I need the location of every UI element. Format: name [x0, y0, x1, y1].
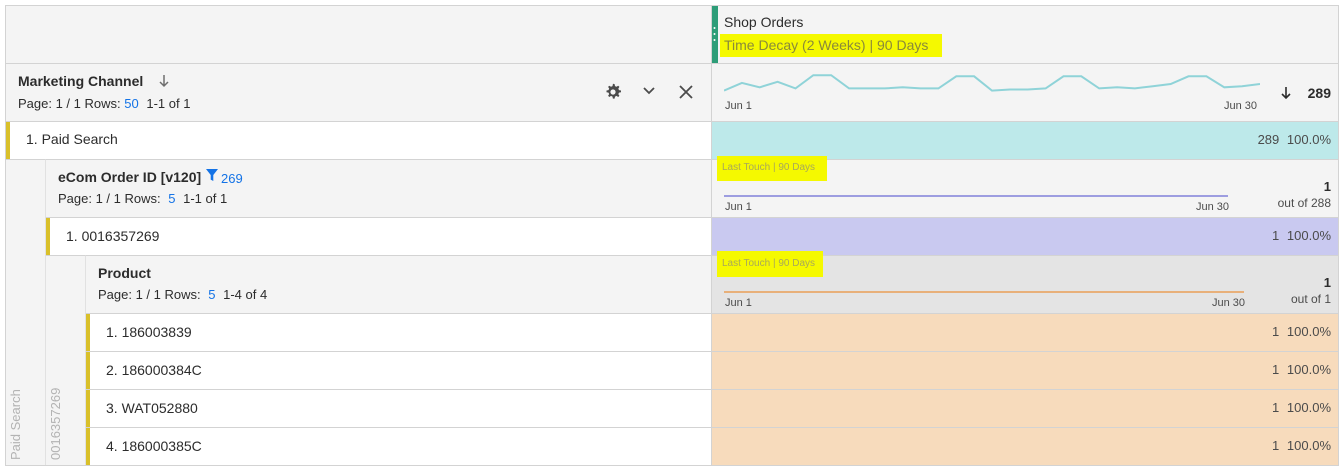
row-value: 1 100.0% — [1160, 324, 1331, 339]
rows-per-page-select[interactable]: 5 — [168, 191, 175, 206]
row-value: 1 100.0% — [1160, 228, 1331, 243]
level2-dimension-name[interactable]: eCom Order ID [v120] — [58, 169, 201, 185]
row-percent: 100.0% — [1286, 400, 1331, 415]
level2-sparkline — [724, 193, 1228, 199]
row-selection-bar — [6, 122, 10, 159]
row-percent: 100.0% — [1286, 228, 1331, 243]
level3-total-of: out of 1 — [1290, 292, 1331, 306]
filter-count[interactable]: 269 — [221, 171, 243, 186]
sort-arrow-down-icon[interactable] — [158, 74, 170, 88]
row-label[interactable]: 2. 186000384C — [106, 362, 202, 378]
row-count: 1 — [1272, 362, 1280, 377]
sparkline-start-label: Jun 1 — [725, 201, 752, 213]
row-value: 1 100.0% — [1160, 438, 1331, 453]
row-label[interactable]: 1. Paid Search — [26, 131, 118, 147]
row-selection-bar — [86, 314, 90, 351]
filter-icon[interactable] — [206, 169, 218, 182]
level2-total: 1 — [1323, 179, 1331, 194]
row-selection-bar — [86, 352, 90, 389]
sort-descending-icon[interactable] — [1280, 86, 1292, 100]
row-range: 1-1 of 1 — [146, 96, 191, 111]
row-value: 1 100.0% — [1160, 400, 1331, 415]
row-selection-bar — [86, 390, 90, 427]
row-percent: 100.0% — [1286, 324, 1331, 339]
level1-dimension-name[interactable]: Marketing Channel — [18, 73, 143, 89]
level3-attribution-label[interactable]: Last Touch | 90 Days — [717, 251, 824, 277]
level2-total-of: out of 288 — [1277, 196, 1331, 210]
row-count: 1 — [1272, 228, 1280, 243]
level2-pagination: Page: 1 / 1 Rows: 5 1-1 of 1 — [58, 191, 227, 206]
level2-attribution-label[interactable]: Last Touch | 90 Days — [717, 156, 828, 181]
chevron-down-icon[interactable] — [642, 86, 656, 96]
row-percent: 100.0% — [1286, 438, 1331, 453]
row-count: 1 — [1272, 324, 1280, 339]
row-count: 1 — [1272, 438, 1280, 453]
header-left-blank — [6, 6, 711, 63]
level3-header — [86, 255, 711, 313]
drag-handle-dots-icon — [713, 26, 716, 46]
rows-label: Rows: — [84, 96, 121, 111]
level1-pagination: Page: 1 / 1 Rows: 50 1-1 of 1 — [18, 96, 190, 111]
row-selection-bar — [46, 218, 50, 255]
level3-pagination: Page: 1 / 1 Rows: 5 1-4 of 4 — [98, 287, 267, 302]
page-label: Page: 1 / 1 — [58, 191, 121, 206]
page-label: Page: 1 / 1 — [18, 96, 81, 111]
level3-side-label: 0016357269 — [48, 387, 63, 460]
row-label[interactable]: 3. WAT052880 — [106, 400, 198, 416]
row-value: 289 100.0% — [1160, 132, 1331, 147]
sparkline-line — [724, 74, 1260, 92]
sparkline-end-label: Jun 30 — [1224, 100, 1258, 112]
row-percent: 100.0% — [1286, 132, 1331, 147]
rows-per-page-select[interactable]: 50 — [124, 96, 138, 111]
rows-per-page-select[interactable]: 5 — [208, 287, 215, 302]
sparkline-end-label: Jun 30 — [1196, 201, 1230, 213]
level1-sparkline — [724, 70, 1260, 98]
sparkline-start-label: Jun 1 — [725, 100, 752, 112]
rows-label: Rows: — [124, 191, 161, 206]
sparkline-end-label: Jun 30 — [1212, 297, 1246, 309]
row-selection-bar — [86, 428, 90, 465]
row-range: 1-1 of 1 — [183, 191, 228, 206]
level3-dimension-name[interactable]: Product — [98, 265, 151, 281]
level1-total: 289 — [1307, 85, 1331, 101]
row-range: 1-4 of 4 — [223, 287, 268, 302]
gear-icon[interactable] — [604, 83, 622, 101]
row-percent: 100.0% — [1286, 362, 1331, 377]
row-value: 1 100.0% — [1160, 362, 1331, 377]
page-label: Page: 1 / 1 — [98, 287, 161, 302]
row-count: 289 — [1257, 132, 1280, 147]
rows-label: Rows: — [164, 287, 201, 302]
level3-total: 1 — [1323, 275, 1331, 290]
row-label[interactable]: 1. 186003839 — [106, 324, 192, 340]
level2-header — [46, 159, 1338, 217]
sparkline-start-label: Jun 1 — [725, 297, 752, 309]
close-icon[interactable] — [679, 85, 693, 99]
metric-title: Shop Orders — [724, 14, 804, 30]
row-count: 1 — [1272, 400, 1280, 415]
metric-attribution-label[interactable]: Time Decay (2 Weeks) | 90 Days — [720, 34, 943, 57]
column-divider[interactable] — [711, 6, 712, 465]
level3-sparkline — [724, 289, 1244, 295]
row-label[interactable]: 1. 0016357269 — [66, 228, 159, 244]
level2-side-label: Paid Search — [8, 389, 23, 460]
row-label[interactable]: 4. 186000385C — [106, 438, 202, 454]
